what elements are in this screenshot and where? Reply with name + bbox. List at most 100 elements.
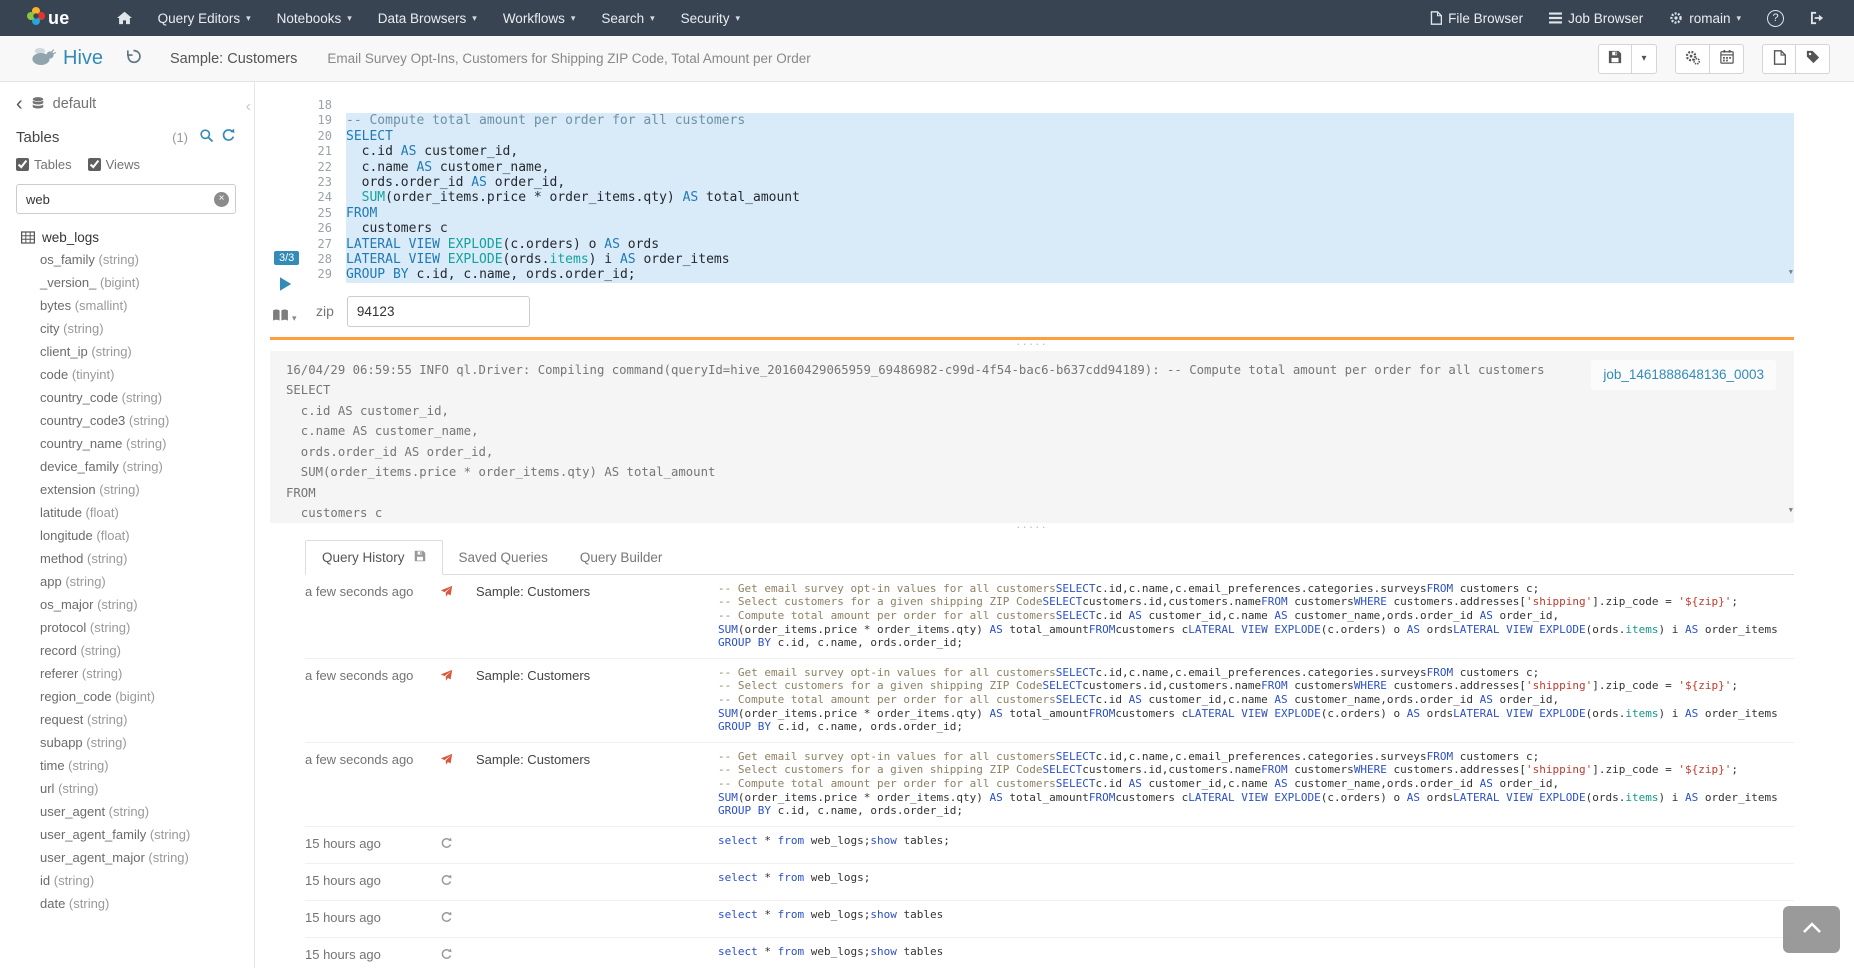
history-sql-preview[interactable]: -- Get email survey opt-in values for al…	[718, 666, 1794, 734]
history-query-name[interactable]: Sample: Customers	[476, 582, 718, 599]
column-item[interactable]: user_agent (string)	[16, 800, 236, 823]
functions-panel-toggle[interactable]: ▾	[272, 309, 297, 327]
column-item[interactable]: referer (string)	[16, 662, 236, 685]
editor-line[interactable]: 25FROM	[316, 206, 1794, 221]
history-sql-preview[interactable]: select * from web_logs;show tables;	[718, 834, 1794, 848]
scroll-to-top-button[interactable]	[1783, 906, 1840, 953]
job-link[interactable]: job_1461888648136_0003	[1603, 367, 1764, 382]
tab-query-builder[interactable]: Query Builder	[564, 540, 679, 575]
column-item[interactable]: subapp (string)	[16, 731, 236, 754]
editor-line[interactable]: 28LATERAL VIEW EXPLODE(ords.items) i AS …	[316, 252, 1794, 267]
tab-saved-queries[interactable]: Saved Queries	[443, 540, 564, 575]
table-search-input[interactable]	[16, 184, 236, 214]
column-item[interactable]: latitude (float)	[16, 501, 236, 524]
history-query-name[interactable]: Sample: Customers	[476, 666, 718, 683]
history-row[interactable]: 15 hours agoselect * from web_logs;	[305, 864, 1794, 901]
history-sql-preview[interactable]: select * from web_logs;	[718, 871, 1794, 885]
database-name[interactable]: default	[53, 96, 97, 112]
home-button[interactable]	[104, 0, 145, 36]
code-editor[interactable]: ▼ 1819-- Compute total amount per order …	[316, 98, 1794, 283]
column-item[interactable]: country_code3 (string)	[16, 409, 236, 432]
history-sql-preview[interactable]: select * from web_logs;show tables	[718, 945, 1794, 959]
column-item[interactable]: app (string)	[16, 570, 236, 593]
collapse-chevron-icon[interactable]: ‹	[246, 98, 251, 116]
filter-checkbox[interactable]	[16, 158, 29, 171]
back-chevron-icon[interactable]: ‹	[16, 97, 23, 111]
editor-line[interactable]: 24 SUM(order_items.price * order_items.q…	[316, 190, 1794, 205]
table-item-web-logs[interactable]: web_logs	[16, 230, 236, 245]
scheduler-button[interactable]	[1710, 44, 1744, 74]
editor-line[interactable]: 21 c.id AS customer_id,	[316, 144, 1794, 159]
column-item[interactable]: protocol (string)	[16, 616, 236, 639]
column-item[interactable]: _version_ (bigint)	[16, 271, 236, 294]
editor-line[interactable]: 26 customers c	[316, 221, 1794, 236]
history-sql-preview[interactable]: -- Get email survey opt-in values for al…	[718, 582, 1794, 650]
column-item[interactable]: client_ip (string)	[16, 340, 236, 363]
column-item[interactable]: city (string)	[16, 317, 236, 340]
column-item[interactable]: device_family (string)	[16, 455, 236, 478]
file-browser-link[interactable]: File Browser	[1417, 0, 1536, 36]
help-button[interactable]: ?	[1754, 0, 1797, 36]
nav-menu-notebooks[interactable]: Notebooks▾	[264, 0, 365, 36]
column-item[interactable]: time (string)	[16, 754, 236, 777]
column-item[interactable]: extension (string)	[16, 478, 236, 501]
column-item[interactable]: record (string)	[16, 639, 236, 662]
nav-menu-query-editors[interactable]: Query Editors▾	[145, 0, 264, 36]
history-row[interactable]: a few seconds agoSample: Customers-- Get…	[305, 743, 1794, 827]
save-icon[interactable]	[414, 550, 426, 565]
column-item[interactable]: method (string)	[16, 547, 236, 570]
history-row[interactable]: 15 hours agoselect * from web_logs;show …	[305, 901, 1794, 938]
column-item[interactable]: longitude (float)	[16, 524, 236, 547]
scroll-down-icon[interactable]: ▼	[1789, 500, 1793, 521]
history-sql-preview[interactable]: -- Get email survey opt-in values for al…	[718, 750, 1794, 818]
tags-button[interactable]	[1796, 44, 1830, 74]
column-item[interactable]: user_agent_family (string)	[16, 823, 236, 846]
drag-handle[interactable]: ·····	[270, 340, 1794, 351]
history-row[interactable]: 15 hours agoselect * from web_logs;show …	[305, 827, 1794, 864]
history-row[interactable]: 15 hours agoselect * from web_logs;show …	[305, 938, 1794, 968]
table-search-button[interactable]	[199, 128, 214, 147]
filter-tables[interactable]: Tables	[16, 157, 72, 172]
save-options-button[interactable]: ▾	[1632, 44, 1657, 74]
settings-button[interactable]	[1675, 44, 1710, 74]
logout-button[interactable]	[1797, 0, 1838, 36]
column-item[interactable]: url (string)	[16, 777, 236, 800]
variable-zip-input[interactable]	[347, 296, 530, 327]
column-item[interactable]: date (string)	[16, 892, 236, 915]
drag-handle[interactable]: ·····	[270, 523, 1794, 534]
column-item[interactable]: os_major (string)	[16, 593, 236, 616]
nav-menu-data-browsers[interactable]: Data Browsers▾	[365, 0, 490, 36]
column-item[interactable]: country_code (string)	[16, 386, 236, 409]
job-browser-link[interactable]: Job Browser	[1536, 0, 1656, 36]
editor-line[interactable]: 20SELECT	[316, 129, 1794, 144]
scroll-down-icon[interactable]: ▼	[1789, 265, 1793, 280]
new-document-button[interactable]	[1762, 44, 1796, 74]
user-menu[interactable]: romain ▾	[1656, 0, 1754, 36]
hue-logo[interactable]: ue	[26, 6, 70, 31]
history-query-name[interactable]: Sample: Customers	[476, 750, 718, 767]
filter-views[interactable]: Views	[88, 157, 140, 172]
column-item[interactable]: user_agent_major (string)	[16, 846, 236, 869]
history-row[interactable]: a few seconds agoSample: Customers-- Get…	[305, 575, 1794, 659]
column-item[interactable]: id (string)	[16, 869, 236, 892]
editor-line[interactable]: 18	[316, 98, 1794, 113]
editor-line[interactable]: 27LATERAL VIEW EXPLODE(c.orders) o AS or…	[316, 237, 1794, 252]
column-item[interactable]: os_family (string)	[16, 248, 236, 271]
history-sql-preview[interactable]: select * from web_logs;show tables	[718, 908, 1794, 922]
query-history-toggle[interactable]	[125, 48, 142, 70]
editor-line[interactable]: 23 ords.order_id AS order_id,	[316, 175, 1794, 190]
editor-line[interactable]: 19-- Compute total amount per order for …	[316, 113, 1794, 128]
save-button[interactable]	[1598, 44, 1632, 74]
column-item[interactable]: request (string)	[16, 708, 236, 731]
hive-app-brand[interactable]: Hive	[30, 44, 103, 73]
execute-button[interactable]	[278, 276, 293, 295]
column-item[interactable]: code (tinyint)	[16, 363, 236, 386]
column-item[interactable]: region_code (bigint)	[16, 685, 236, 708]
nav-menu-search[interactable]: Search▾	[588, 0, 667, 36]
nav-menu-workflows[interactable]: Workflows▾	[490, 0, 589, 36]
column-item[interactable]: country_name (string)	[16, 432, 236, 455]
history-row[interactable]: a few seconds agoSample: Customers-- Get…	[305, 659, 1794, 743]
editor-line[interactable]: 29GROUP BY c.id, c.name, ords.order_id;	[316, 267, 1794, 282]
editor-line[interactable]: 22 c.name AS customer_name,	[316, 160, 1794, 175]
column-item[interactable]: bytes (smallint)	[16, 294, 236, 317]
